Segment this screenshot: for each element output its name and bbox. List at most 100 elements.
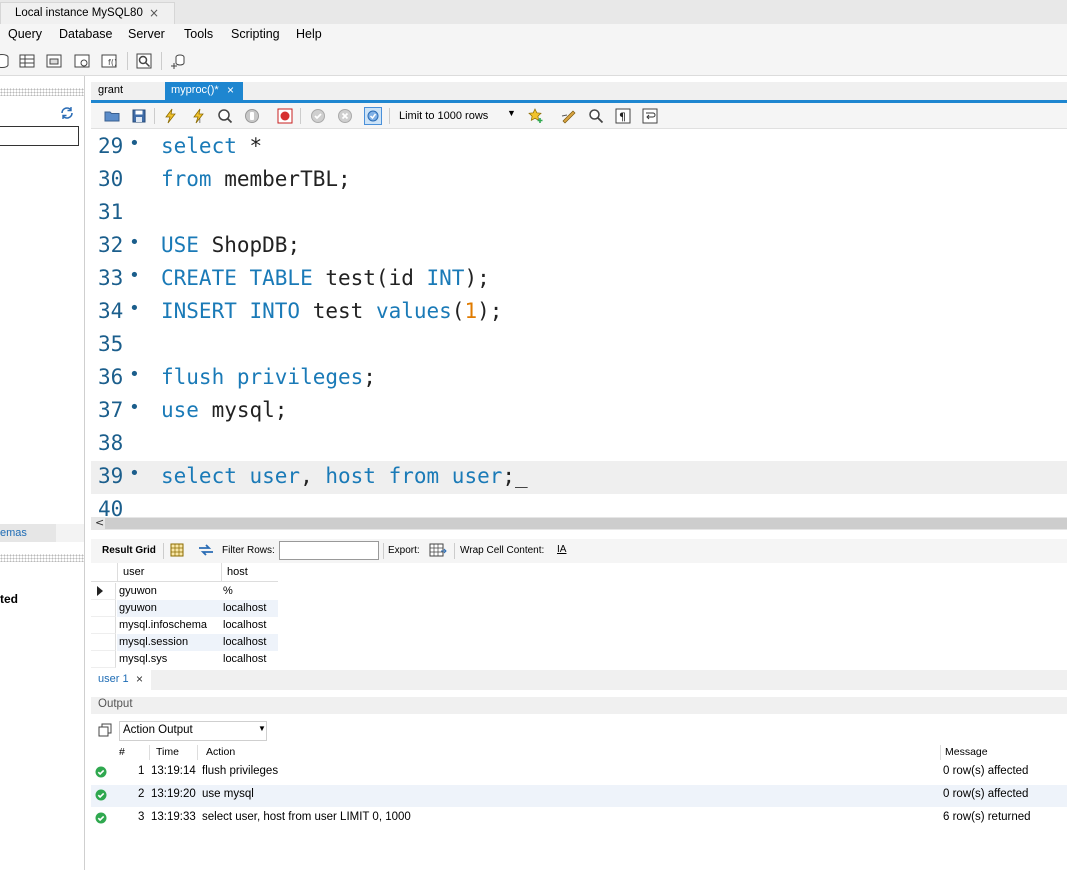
schema-filter-input[interactable] <box>0 126 79 146</box>
procedure-icon[interactable] <box>74 53 90 69</box>
menu-help[interactable]: Help <box>296 27 322 41</box>
grid-cell[interactable]: gyuwon <box>119 583 157 600</box>
close-icon[interactable]: × <box>136 672 143 686</box>
scrollbar-thumb[interactable] <box>105 518 1067 529</box>
function-icon[interactable]: f() <box>101 53 117 69</box>
sql-text: mysql; <box>198 398 288 422</box>
invisible-chars-icon[interactable]: ¶ <box>615 108 631 124</box>
success-check-icon <box>95 789 107 801</box>
grid-layout-icon[interactable] <box>170 543 184 557</box>
beautify-icon[interactable] <box>561 108 577 124</box>
code-line[interactable]: 32 • USE ShopDB; <box>91 230 1067 263</box>
output-row-time: 13:19:20 <box>151 788 196 800</box>
menu-tools[interactable]: Tools <box>184 27 213 41</box>
code-line[interactable]: 35 <box>91 329 1067 362</box>
row-indicator[interactable] <box>91 651 116 668</box>
output-type-select[interactable]: Action Output ▼ <box>119 721 267 741</box>
code-line[interactable]: 40 <box>91 494 1067 517</box>
tab-result-user-1[interactable]: user 1 × <box>91 670 151 690</box>
result-toolbar: Result Grid Filter Rows: Export: Wrap Ce… <box>91 539 1067 563</box>
menu-query[interactable]: Query <box>8 27 42 41</box>
row-indicator[interactable] <box>91 634 116 651</box>
output-row-number: 3 <box>138 811 145 823</box>
reconnect-icon[interactable] <box>170 53 186 69</box>
toolbar-separator <box>127 52 128 70</box>
row-indicator[interactable] <box>91 583 116 600</box>
statement-marker-icon: • <box>129 397 140 418</box>
menu-scripting[interactable]: Scripting <box>231 27 280 41</box>
code-line[interactable]: 31 <box>91 197 1067 230</box>
add-snippet-icon[interactable] <box>528 108 544 124</box>
execute-icon[interactable] <box>163 108 179 124</box>
view-icon[interactable] <box>46 53 62 69</box>
export-icon[interactable] <box>429 542 447 558</box>
open-folder-icon[interactable] <box>104 108 120 124</box>
autocommit-icon[interactable] <box>364 107 382 125</box>
grid-cell[interactable]: localhost <box>223 634 266 651</box>
output-type-value: Action Output <box>123 724 193 736</box>
grid-cell[interactable]: localhost <box>223 617 266 634</box>
line-number: 39 <box>98 464 124 488</box>
code-line[interactable]: 29 • select * <box>91 131 1067 164</box>
code-line[interactable]: 37 • use mysql; <box>91 395 1067 428</box>
execute-current-icon[interactable]: I <box>191 108 207 124</box>
stop-icon[interactable] <box>244 108 260 124</box>
wrap-content-icon[interactable]: IA <box>557 544 566 555</box>
refresh-icon[interactable] <box>60 106 74 120</box>
search-table-icon[interactable] <box>136 53 152 69</box>
sql-editor[interactable]: 29 • select * 30 from memberTBL; 31 32 • USE Sho… <box>91 129 1067 517</box>
output-row[interactable]: 2 13:19:20 use mysql 0 row(s) affected <box>91 785 1067 807</box>
tab-myproc[interactable]: myproc()* × <box>165 82 243 100</box>
limit-rows-select[interactable]: Limit to 1000 rows ▼ <box>395 107 521 125</box>
grid-cell[interactable]: mysql.sys <box>119 651 167 668</box>
toggle-error-stop-icon[interactable] <box>277 108 293 124</box>
copy-icon[interactable] <box>98 723 112 737</box>
output-row-message: 0 row(s) affected <box>943 788 1029 800</box>
filter-rows-input[interactable] <box>279 541 379 560</box>
output-row-number: 1 <box>138 765 145 777</box>
refresh-icon[interactable] <box>198 543 214 557</box>
sql-text: ShopDB; <box>198 233 301 257</box>
code-line[interactable]: 36 • flush privileges; <box>91 362 1067 395</box>
info-panel-header <box>0 554 84 562</box>
table-icon[interactable] <box>19 53 35 69</box>
grid-cell[interactable]: mysql.session <box>119 634 188 651</box>
wrap-lines-icon[interactable] <box>642 108 658 124</box>
commit-icon[interactable] <box>310 108 326 124</box>
database-icon[interactable] <box>0 53 10 69</box>
row-indicator[interactable] <box>91 617 116 634</box>
close-icon[interactable]: × <box>227 83 234 97</box>
explain-icon[interactable] <box>217 108 233 124</box>
close-icon[interactable]: × <box>149 6 159 20</box>
rollback-icon[interactable] <box>337 108 353 124</box>
sql-keyword: use <box>161 398 199 422</box>
row-indicator[interactable] <box>91 600 116 617</box>
code-line[interactable]: 30 from memberTBL; <box>91 164 1067 197</box>
grid-cell[interactable]: localhost <box>223 600 266 617</box>
code-text: use mysql; <box>161 398 287 422</box>
schemas-tab[interactable]: emas <box>0 524 56 542</box>
grid-cell[interactable]: gyuwon <box>119 600 157 617</box>
grid-cell[interactable]: % <box>223 583 233 600</box>
find-icon[interactable] <box>588 108 604 124</box>
output-row[interactable]: 3 13:19:33 select user, host from user LIM… <box>91 808 1067 830</box>
code-line[interactable]: 39 • select user, host from user;_ <box>91 461 1067 494</box>
grid-cell[interactable]: localhost <box>223 651 266 668</box>
code-line[interactable]: 33 • CREATE TABLE test(id INT); <box>91 263 1067 296</box>
connection-tab[interactable]: Local instance MySQL80 × <box>0 2 175 24</box>
output-row[interactable]: 1 13:19:14 flush privileges 0 row(s) affect… <box>91 762 1067 784</box>
code-line[interactable]: 34 • INSERT INTO test values(1); <box>91 296 1067 329</box>
grid-column-header[interactable]: host <box>227 564 248 581</box>
result-tab-label: user 1 <box>98 673 129 685</box>
menu-database[interactable]: Database <box>59 27 113 41</box>
grid-cell[interactable]: mysql.infoschema <box>119 617 207 634</box>
code-line[interactable]: 38 <box>91 428 1067 461</box>
menu-server[interactable]: Server <box>128 27 165 41</box>
scroll-left-icon[interactable]: < <box>95 516 104 529</box>
line-number: 32 <box>98 233 124 257</box>
save-icon[interactable] <box>131 108 147 124</box>
grid-column-header[interactable]: user <box>123 564 144 581</box>
line-number: 30 <box>98 167 124 191</box>
result-grid-button[interactable]: Result Grid <box>102 545 156 556</box>
tab-grant[interactable]: grant <box>91 82 154 100</box>
